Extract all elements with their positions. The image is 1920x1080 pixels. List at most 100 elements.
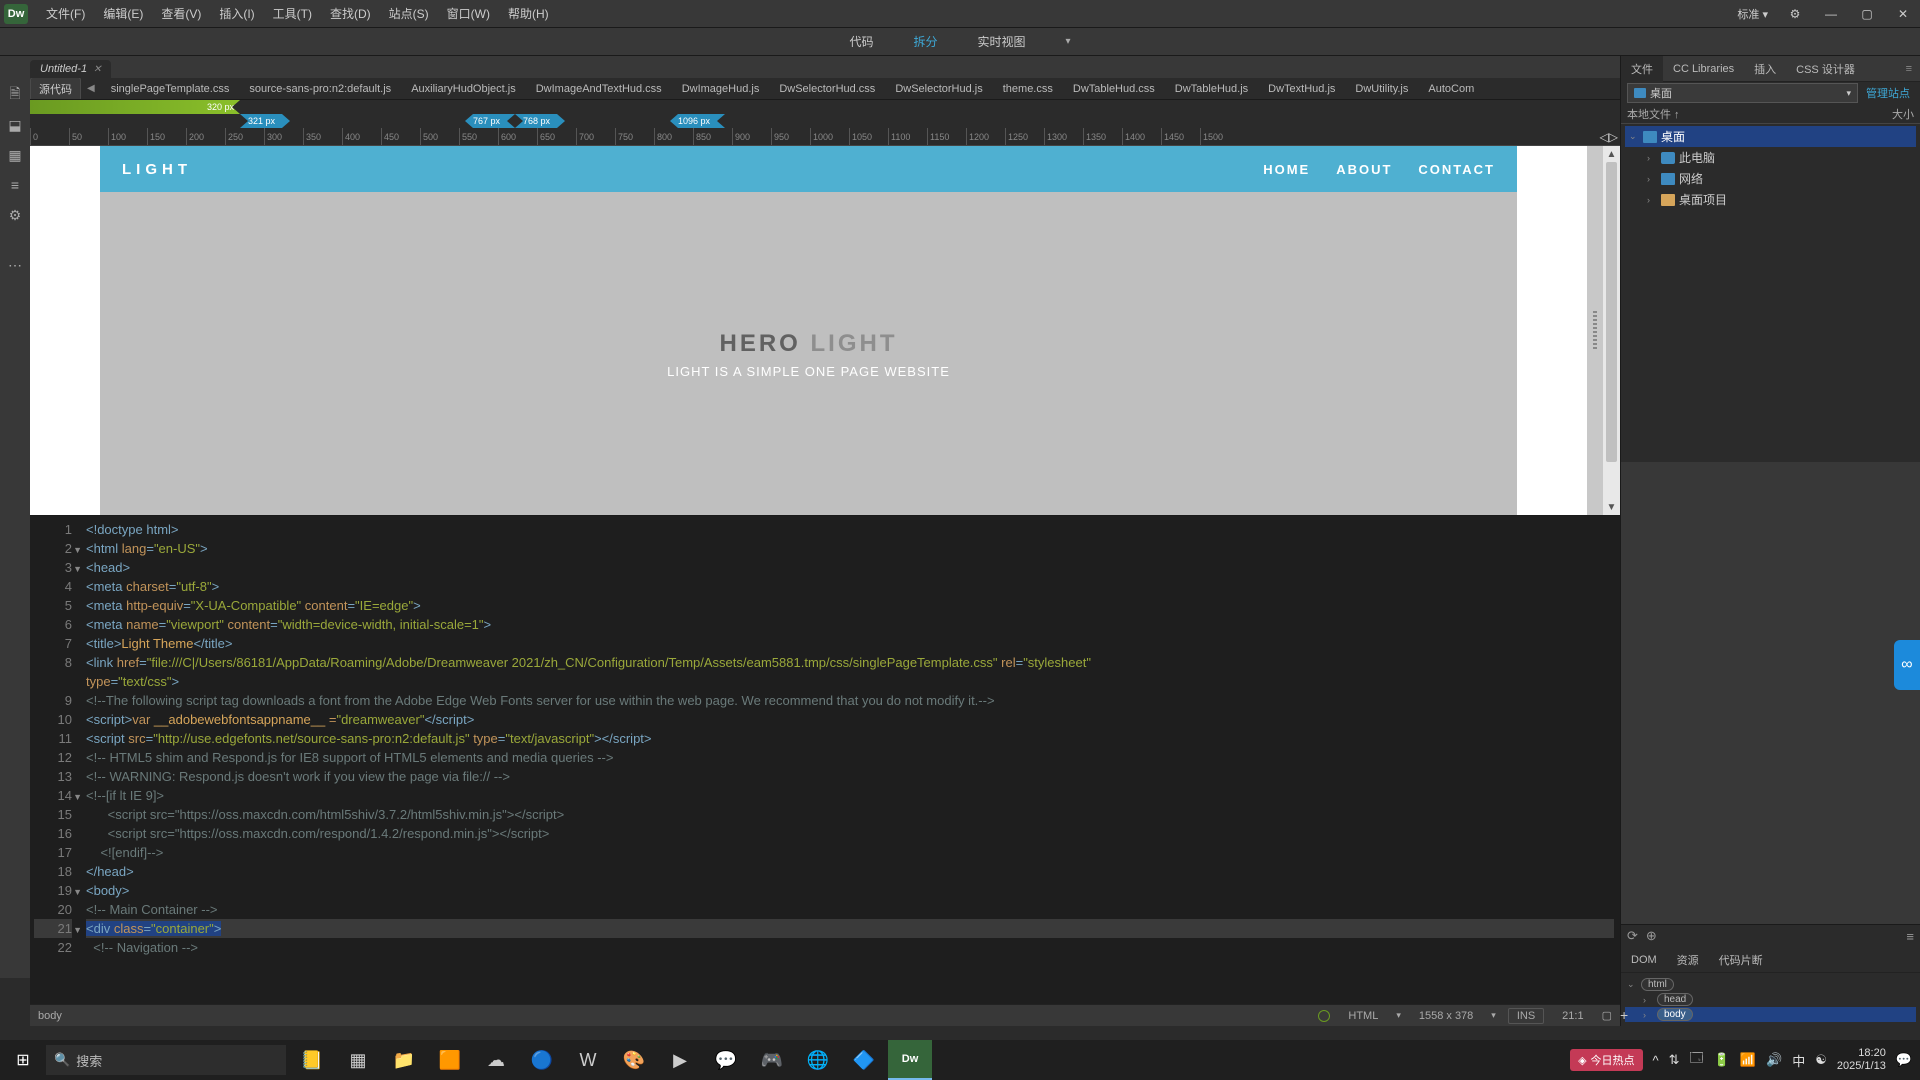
- panel-tab[interactable]: 代码片断: [1709, 947, 1773, 973]
- scroll-thumb[interactable]: [1606, 162, 1617, 462]
- scroll-up-icon[interactable]: ▲: [1603, 146, 1620, 162]
- related-file[interactable]: DwImageAndTextHud.css: [526, 80, 672, 98]
- file-manage-icon[interactable]: 🗎: [6, 86, 24, 104]
- tray-icon[interactable]: ☯: [1815, 1052, 1827, 1068]
- status-ok-icon[interactable]: [1318, 1010, 1330, 1022]
- panel-tab[interactable]: 文件: [1621, 56, 1663, 82]
- menu-item[interactable]: 工具(T): [265, 2, 320, 25]
- bp-768[interactable]: 768 px: [515, 114, 565, 128]
- menu-item[interactable]: 帮助(H): [500, 2, 557, 25]
- col-local-files[interactable]: 本地文件 ↑: [1621, 104, 1886, 123]
- view-live[interactable]: 实时视图: [967, 29, 1035, 54]
- status-preview-icon[interactable]: ▢: [1602, 1009, 1612, 1022]
- panel-menu-icon[interactable]: ≡: [1898, 63, 1920, 75]
- tray-clock[interactable]: 18:20 2025/1/13: [1837, 1047, 1886, 1073]
- refresh-icon[interactable]: ⟳: [1627, 928, 1638, 944]
- ruler-handle-icon[interactable]: ◁▷: [1600, 130, 1618, 144]
- menu-item[interactable]: 查看(V): [153, 2, 209, 25]
- source-code-button[interactable]: 源代码: [30, 78, 81, 100]
- bp-1096[interactable]: 1096 px: [670, 114, 725, 128]
- related-file[interactable]: AuxiliaryHudObject.js: [401, 80, 526, 98]
- menu-item[interactable]: 插入(I): [211, 2, 262, 25]
- width-scrubber[interactable]: [1587, 146, 1603, 515]
- tree-item[interactable]: ›桌面项目: [1625, 189, 1916, 210]
- task-app[interactable]: 🔷: [842, 1040, 886, 1080]
- preview-nav-item[interactable]: HOME: [1263, 162, 1310, 177]
- related-file[interactable]: DwTableHud.js: [1165, 80, 1258, 98]
- expand-icon[interactable]: ≡: [6, 176, 24, 194]
- dom-tree[interactable]: ⌄html›head+›body: [1621, 973, 1920, 1026]
- task-app[interactable]: ▦: [336, 1040, 380, 1080]
- task-app[interactable]: 🎨: [612, 1040, 656, 1080]
- related-file[interactable]: theme.css: [993, 80, 1063, 98]
- view-split[interactable]: 拆分: [903, 29, 947, 54]
- tray-notifications-icon[interactable]: 💬: [1896, 1052, 1912, 1068]
- task-app[interactable]: 📁: [382, 1040, 426, 1080]
- settings-icon[interactable]: ⚙: [6, 206, 24, 224]
- more-tools-icon[interactable]: ⋯: [6, 256, 24, 274]
- menu-item[interactable]: 查找(D): [322, 2, 379, 25]
- split-view-icon[interactable]: ⬓: [6, 116, 24, 134]
- task-app[interactable]: 💬: [704, 1040, 748, 1080]
- status-dimensions[interactable]: 1558 x 378: [1413, 1009, 1479, 1023]
- tray-ime-icon[interactable]: 中: [1792, 1051, 1805, 1070]
- panel-tab[interactable]: DOM: [1621, 949, 1667, 971]
- bp-321[interactable]: 321 px: [240, 114, 290, 128]
- related-file[interactable]: AutoCom: [1418, 80, 1484, 98]
- view-dropdown-icon[interactable]: ▾: [1056, 32, 1081, 51]
- manage-sites-link[interactable]: 管理站点: [1862, 85, 1914, 101]
- code-pane[interactable]: 12▼3▼4567891011121314▼1516171819▼2021▼22…: [30, 516, 1620, 1004]
- maximize-icon[interactable]: ▢: [1854, 4, 1880, 24]
- task-app[interactable]: 🟧: [428, 1040, 472, 1080]
- task-app[interactable]: ☁: [474, 1040, 518, 1080]
- status-insert-mode[interactable]: INS: [1508, 1008, 1544, 1024]
- related-file[interactable]: DwUtility.js: [1345, 80, 1418, 98]
- scroll-down-icon[interactable]: ▼: [1603, 499, 1620, 515]
- sync-settings-icon[interactable]: ⚙: [1782, 4, 1808, 24]
- related-file[interactable]: DwTableHud.css: [1063, 80, 1165, 98]
- task-app-dreamweaver[interactable]: Dw: [888, 1040, 932, 1080]
- dom-node[interactable]: +›body: [1625, 1007, 1916, 1022]
- files-tree[interactable]: ⌄桌面›此电脑›网络›桌面项目: [1621, 124, 1920, 212]
- tab-close-icon[interactable]: ✕: [93, 64, 101, 75]
- minimize-icon[interactable]: —: [1818, 4, 1844, 24]
- tray-wifi-icon[interactable]: 📶: [1740, 1052, 1756, 1068]
- document-tab[interactable]: Untitled-1 ✕: [30, 60, 111, 78]
- task-app[interactable]: W: [566, 1040, 610, 1080]
- task-app[interactable]: 🌐: [796, 1040, 840, 1080]
- task-app[interactable]: 🎮: [750, 1040, 794, 1080]
- menu-item[interactable]: 窗口(W): [439, 2, 498, 25]
- tree-item[interactable]: ›此电脑: [1625, 147, 1916, 168]
- taskbar-search[interactable]: 🔍 搜索: [46, 1045, 286, 1075]
- breakpoint-bar[interactable]: 320 px: [30, 100, 1620, 114]
- bp-767[interactable]: 767 px: [465, 114, 515, 128]
- tray-icon[interactable]: 🗔: [1690, 1049, 1704, 1071]
- tree-item[interactable]: ›网络: [1625, 168, 1916, 189]
- site-dropdown[interactable]: 桌面 ▾: [1627, 83, 1858, 103]
- panel-tab[interactable]: CC Libraries: [1663, 58, 1744, 80]
- tag-selector-path[interactable]: body: [38, 1010, 62, 1022]
- preview-nav-item[interactable]: ABOUT: [1336, 162, 1392, 177]
- panel-tab[interactable]: 插入: [1744, 56, 1786, 82]
- tray-icon[interactable]: ⇅: [1669, 1052, 1680, 1068]
- side-floating-button[interactable]: ∞: [1894, 640, 1920, 690]
- related-file[interactable]: DwSelectorHud.js: [885, 80, 992, 98]
- related-file[interactable]: DwSelectorHud.css: [769, 80, 885, 98]
- related-prev-icon[interactable]: ◀: [81, 83, 101, 94]
- tray-volume-icon[interactable]: 🔊: [1766, 1052, 1782, 1068]
- menu-item[interactable]: 编辑(E): [95, 2, 151, 25]
- close-icon[interactable]: ✕: [1890, 4, 1916, 24]
- inspect-icon[interactable]: ▦: [6, 146, 24, 164]
- workspace-switcher[interactable]: 标准 ▾: [1733, 4, 1772, 24]
- start-button[interactable]: ⊞: [0, 1040, 46, 1080]
- collapse-icon[interactable]: ⊕: [1646, 928, 1657, 944]
- tray-chevron-icon[interactable]: ^: [1653, 1053, 1659, 1068]
- task-app[interactable]: 🔵: [520, 1040, 564, 1080]
- news-widget[interactable]: ◈ 今日热点: [1570, 1049, 1642, 1071]
- preview-scrollbar[interactable]: ▲ ▼: [1603, 146, 1620, 515]
- related-file[interactable]: singlePageTemplate.css: [101, 80, 240, 98]
- related-file[interactable]: DwTextHud.js: [1258, 80, 1345, 98]
- dom-node[interactable]: ›head: [1625, 992, 1916, 1007]
- task-app[interactable]: ▶: [658, 1040, 702, 1080]
- panel-tab[interactable]: CSS 设计器: [1786, 56, 1865, 82]
